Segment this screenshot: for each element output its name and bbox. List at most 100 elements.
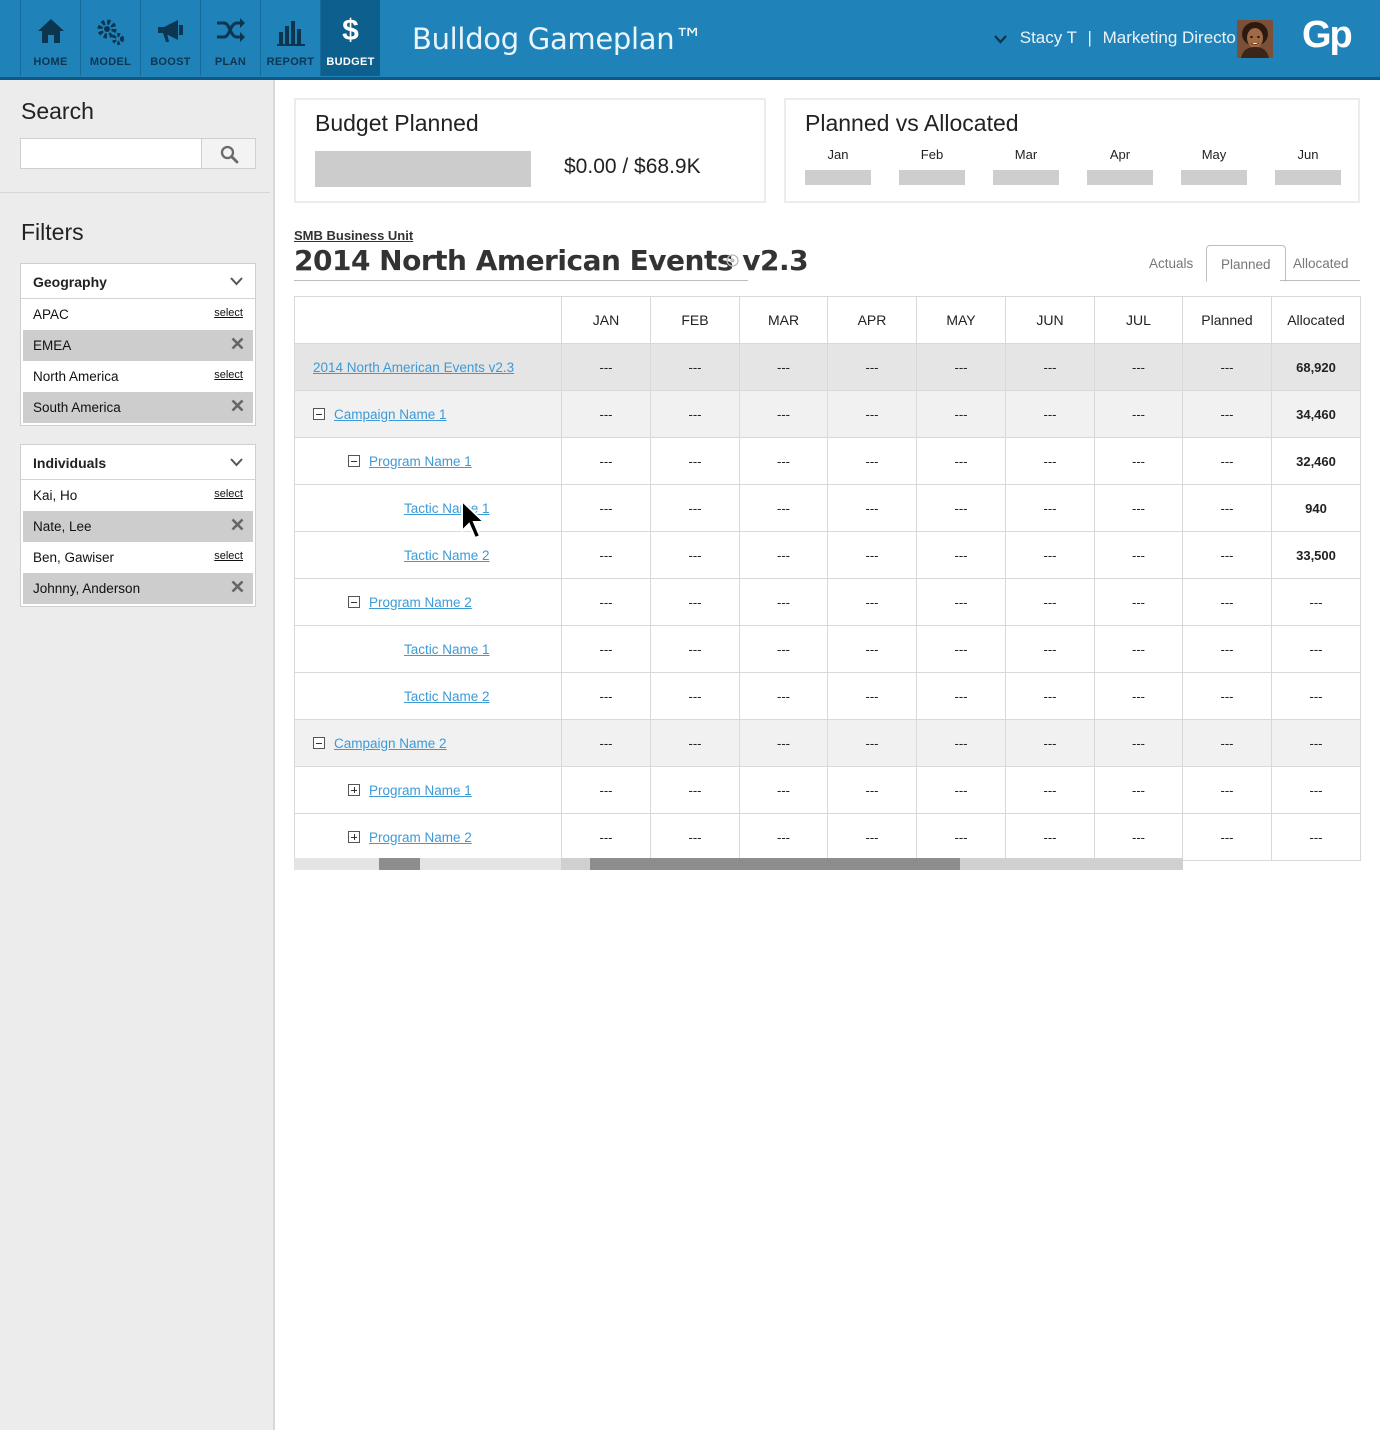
value-cell[interactable]: --- (1271, 719, 1361, 767)
value-cell[interactable]: --- (1005, 766, 1095, 814)
value-cell[interactable]: --- (1271, 766, 1361, 814)
value-cell[interactable]: --- (650, 390, 740, 438)
value-cell[interactable]: --- (1094, 719, 1183, 767)
row-name-link[interactable]: Program Name 2 (369, 595, 472, 610)
value-cell[interactable]: --- (650, 813, 740, 861)
search-input[interactable] (20, 138, 202, 169)
remove-icon[interactable] (231, 337, 244, 353)
remove-icon[interactable] (231, 580, 244, 596)
value-cell[interactable]: --- (1271, 625, 1361, 673)
value-cell[interactable]: --- (1094, 531, 1183, 579)
select-link[interactable]: select (214, 488, 243, 500)
value-cell[interactable]: --- (561, 343, 651, 391)
nav-model[interactable]: MODEL (80, 0, 140, 76)
collapse-icon[interactable] (313, 736, 325, 749)
value-cell[interactable]: --- (1005, 578, 1095, 626)
value-cell[interactable]: --- (1182, 437, 1272, 485)
column-header[interactable]: JUN (1005, 296, 1095, 344)
value-cell[interactable]: --- (916, 484, 1006, 532)
row-name-link[interactable]: 2014 North American Events v2.3 (313, 360, 514, 375)
value-cell[interactable]: --- (650, 531, 740, 579)
value-cell[interactable]: --- (916, 719, 1006, 767)
value-cell[interactable]: --- (916, 766, 1006, 814)
value-cell[interactable]: --- (561, 672, 651, 720)
value-cell[interactable]: --- (739, 813, 828, 861)
expand-icon[interactable] (348, 830, 360, 843)
value-cell[interactable]: --- (827, 390, 917, 438)
value-cell[interactable]: --- (827, 578, 917, 626)
nav-report[interactable]: REPORT (260, 0, 320, 76)
brand-logo[interactable]: Gp (1302, 14, 1353, 57)
select-link[interactable]: select (214, 369, 243, 381)
value-cell[interactable]: --- (561, 813, 651, 861)
value-cell[interactable]: --- (739, 343, 828, 391)
value-cell[interactable]: --- (739, 437, 828, 485)
value-cell[interactable]: --- (1005, 343, 1095, 391)
value-cell[interactable]: --- (650, 625, 740, 673)
value-cell[interactable]: --- (916, 343, 1006, 391)
tab-allocated[interactable]: Allocated (1279, 245, 1363, 282)
row-name-link[interactable]: Program Name 2 (369, 830, 472, 845)
value-cell[interactable]: --- (1182, 766, 1272, 814)
value-cell[interactable]: --- (739, 672, 828, 720)
select-link[interactable]: select (214, 307, 243, 319)
name-scrollbar-thumb[interactable] (379, 858, 420, 870)
column-header[interactable]: MAY (916, 296, 1006, 344)
value-cell[interactable]: --- (650, 578, 740, 626)
value-cell[interactable]: --- (1005, 437, 1095, 485)
row-name-link[interactable]: Campaign Name 2 (334, 736, 447, 751)
value-cell[interactable]: --- (1094, 813, 1183, 861)
value-cell[interactable]: --- (827, 719, 917, 767)
value-cell[interactable]: --- (1271, 578, 1361, 626)
value-cell[interactable]: --- (916, 813, 1006, 861)
name-scrollbar-track[interactable] (294, 858, 561, 870)
value-cell[interactable]: --- (1005, 390, 1095, 438)
value-cell[interactable]: --- (916, 437, 1006, 485)
collapse-icon[interactable] (313, 407, 325, 420)
value-cell[interactable]: --- (827, 766, 917, 814)
remove-icon[interactable] (231, 518, 244, 534)
value-cell[interactable]: --- (827, 813, 917, 861)
value-cell[interactable]: --- (739, 390, 828, 438)
value-cell[interactable]: --- (561, 766, 651, 814)
column-header[interactable]: APR (827, 296, 917, 344)
row-name-link[interactable]: Program Name 1 (369, 454, 472, 469)
column-header[interactable]: Allocated (1271, 296, 1361, 344)
value-cell[interactable]: --- (827, 672, 917, 720)
value-cell[interactable]: --- (1271, 813, 1361, 861)
tab-actuals[interactable]: Actuals (1135, 245, 1207, 282)
column-header[interactable]: MAR (739, 296, 828, 344)
value-cell[interactable]: --- (650, 437, 740, 485)
avatar[interactable] (1237, 20, 1273, 58)
value-cell[interactable]: --- (827, 531, 917, 579)
value-cell[interactable]: --- (739, 578, 828, 626)
value-cell[interactable]: --- (739, 484, 828, 532)
value-cell[interactable]: --- (1005, 484, 1095, 532)
value-cell[interactable]: --- (1182, 390, 1272, 438)
value-cell[interactable]: --- (1005, 719, 1095, 767)
collapse-icon[interactable] (348, 595, 360, 608)
search-button[interactable] (201, 138, 256, 169)
nav-plan[interactable]: PLAN (200, 0, 260, 76)
select-link[interactable]: select (214, 550, 243, 562)
value-cell[interactable]: --- (1182, 531, 1272, 579)
value-cell[interactable]: --- (650, 484, 740, 532)
row-name-link[interactable]: Campaign Name 1 (334, 407, 447, 422)
value-cell[interactable]: --- (916, 625, 1006, 673)
value-cell[interactable]: --- (1094, 766, 1183, 814)
value-cell[interactable]: --- (1182, 578, 1272, 626)
value-cell[interactable]: --- (1271, 672, 1361, 720)
value-cell[interactable]: --- (1182, 672, 1272, 720)
value-cell[interactable]: --- (1182, 484, 1272, 532)
value-cell[interactable]: --- (1005, 531, 1095, 579)
value-cell[interactable]: 32,460 (1271, 437, 1361, 485)
value-cell[interactable]: --- (561, 578, 651, 626)
value-cell[interactable]: --- (1094, 672, 1183, 720)
value-cell[interactable]: --- (1094, 437, 1183, 485)
value-cell[interactable]: --- (739, 719, 828, 767)
collapse-icon[interactable] (348, 454, 360, 467)
value-cell[interactable]: --- (827, 437, 917, 485)
value-cell[interactable]: --- (916, 672, 1006, 720)
value-cell[interactable]: --- (827, 484, 917, 532)
value-cell[interactable]: --- (561, 484, 651, 532)
